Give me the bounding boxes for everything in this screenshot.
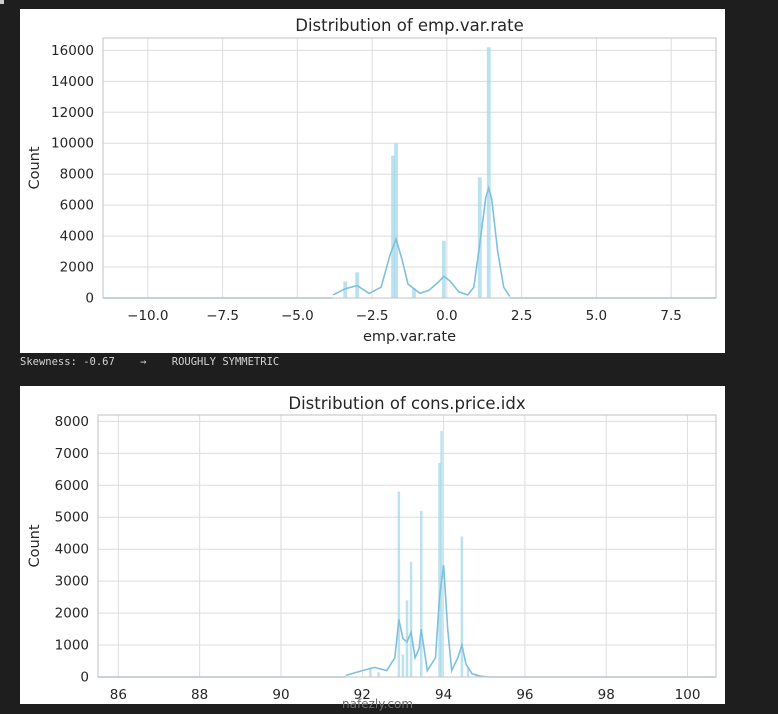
- histogram-bar: [401, 654, 405, 677]
- x-tick-label: −10.0: [127, 308, 168, 324]
- histogram-bar: [377, 672, 380, 677]
- chart-panel-cons-price-idx: 0 1000 2000 3000 4000 5000 6000 7000 8000 86 88 90 9…: [20, 386, 725, 704]
- x-tick-label: 96: [516, 687, 533, 703]
- histogram-bar: [397, 491, 401, 677]
- y-tick-label: 3000: [55, 574, 89, 590]
- x-tick-label: 0.0: [436, 308, 457, 324]
- skewness-output: Skewness: -0.67 → ROUGHLY SYMMETRIC: [20, 356, 279, 368]
- x-tick-label: 98: [598, 687, 615, 703]
- histogram-bar: [419, 510, 423, 677]
- y-tick-label: 0: [85, 291, 94, 307]
- y-tick-label: 8000: [55, 414, 89, 430]
- y-tick-label: 0: [80, 670, 89, 686]
- kde-line: [332, 185, 511, 297]
- y-tick-label: 12000: [51, 105, 94, 121]
- chart-panel-emp-var-rate: 0 2000 4000 6000 8000 10000 12000 14000 16000 −10…: [20, 9, 725, 353]
- corner-mark: [0, 0, 4, 4]
- histogram-bar: [441, 240, 446, 298]
- y-tick-label: 6000: [55, 478, 89, 494]
- histogram-bar: [394, 143, 398, 298]
- x-tick-label: −7.5: [206, 308, 239, 324]
- x-tick-label: 88: [191, 687, 208, 703]
- x-tick-label: 94: [435, 687, 452, 703]
- kde-line: [345, 565, 489, 678]
- y-axis-label: Count: [27, 524, 43, 567]
- histogram-bar: [486, 47, 491, 299]
- y-tick-label: 6000: [60, 198, 94, 214]
- chart-cons-price-idx: 0 1000 2000 3000 4000 5000 6000 7000 8000 86 88 90 9…: [27, 394, 717, 703]
- y-tick-label: 5000: [55, 510, 89, 526]
- histogram-bar: [460, 536, 464, 677]
- x-tick-label: 5.0: [586, 308, 607, 324]
- x-axis-label: emp.var.rate: [363, 329, 456, 345]
- y-tick-label: 16000: [51, 43, 94, 59]
- y-tick-label: 8000: [60, 167, 94, 183]
- chart-title: Distribution of cons.price.idx: [288, 394, 525, 413]
- plot-frame: [102, 37, 717, 299]
- arrow-glyph: →: [140, 356, 147, 368]
- y-tick-label: 4000: [55, 542, 89, 558]
- x-tick-label: −2.5: [356, 308, 389, 324]
- skewness-verdict: ROUGHLY SYMMETRIC: [171, 356, 280, 368]
- x-tick-label: −5.0: [281, 308, 314, 324]
- y-tick-label: 1000: [55, 638, 89, 654]
- watermark-text: nafezly.com: [342, 697, 414, 711]
- y-tick-label: 4000: [60, 229, 94, 245]
- histogram-bar: [409, 561, 413, 677]
- y-tick-label: 14000: [51, 74, 94, 90]
- chart-emp-var-rate: 0 2000 4000 6000 8000 10000 12000 14000 16000 −10…: [27, 16, 717, 345]
- x-tick-label: 7.5: [660, 308, 681, 324]
- x-tick-label: 2.5: [511, 308, 532, 324]
- x-tick-label: 90: [272, 687, 289, 703]
- x-tick-label: 86: [110, 687, 127, 703]
- y-tick-label: 2000: [55, 606, 89, 622]
- skewness-label: Skewness: -0.67: [20, 356, 115, 368]
- chart-title: Distribution of emp.var.rate: [295, 16, 524, 35]
- x-tick-label: 100: [675, 687, 701, 703]
- y-tick-label: 10000: [51, 136, 94, 152]
- y-tick-label: 7000: [55, 446, 89, 462]
- y-tick-label: 2000: [60, 260, 94, 276]
- histogram-bar: [440, 430, 443, 677]
- y-axis-label: Count: [27, 146, 43, 189]
